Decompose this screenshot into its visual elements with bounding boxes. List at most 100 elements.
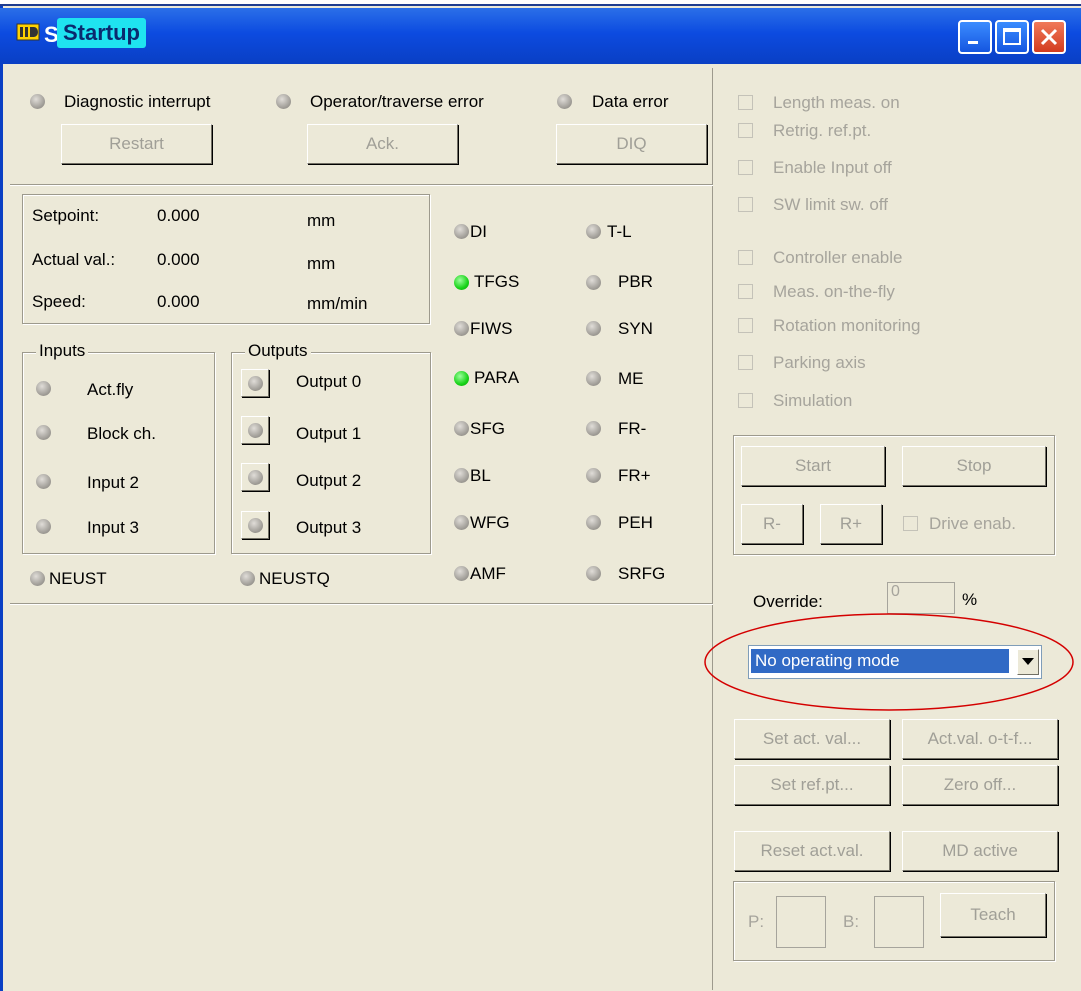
inputs-group-title: Inputs <box>36 341 89 361</box>
maximize-button[interactable] <box>995 20 1029 54</box>
r-plus-button[interactable]: R+ <box>820 504 882 544</box>
speed-value: 0.000 <box>157 292 200 311</box>
sw-limit-off-checkbox[interactable] <box>738 197 753 212</box>
status-label: T-L <box>607 222 632 241</box>
diq-button[interactable]: DIQ <box>556 124 707 164</box>
zero-off-label: Zero off... <box>943 775 1017 794</box>
status-label: SYN <box>618 319 653 338</box>
status-label: PEH <box>618 513 653 532</box>
rotation-monitoring-checkbox[interactable] <box>738 318 753 333</box>
input-led <box>36 519 51 534</box>
output-toggle-button[interactable] <box>241 463 269 491</box>
checkbox-label: Length meas. on <box>773 93 900 112</box>
operator-traverse-error-led <box>276 94 291 109</box>
status-label: WFG <box>470 513 510 532</box>
status-label: FR+ <box>618 466 651 485</box>
enable-input-off-checkbox[interactable] <box>738 160 753 175</box>
p-label: P: <box>748 912 765 931</box>
input-label: Input 3 <box>87 518 139 537</box>
restart-button[interactable]: Restart <box>61 124 212 164</box>
actual-val-value: 0.000 <box>157 250 200 269</box>
meas-on-the-fly-checkbox[interactable] <box>738 284 753 299</box>
drive-enable-checkbox[interactable] <box>903 516 918 531</box>
status-led-srfg <box>586 566 601 581</box>
minimize-button[interactable] <box>958 20 992 54</box>
checkbox-label: SW limit sw. off <box>773 195 888 214</box>
status-led-tfgs <box>454 275 469 290</box>
divider <box>10 184 713 186</box>
ack-button[interactable]: Ack. <box>307 124 458 164</box>
restart-button-label: Restart <box>109 134 164 153</box>
output-led <box>247 469 263 485</box>
status-led-pbr <box>586 275 601 290</box>
simulation-checkbox[interactable] <box>738 393 753 408</box>
output-led <box>247 375 263 391</box>
output-led <box>247 517 263 533</box>
title-bar[interactable] <box>0 8 1081 64</box>
input-label: Act.fly <box>87 380 134 399</box>
checkbox-label: Simulation <box>773 391 853 410</box>
override-unit: % <box>962 590 978 609</box>
close-icon <box>1040 28 1058 46</box>
input-led <box>36 474 51 489</box>
output-toggle-button[interactable] <box>241 511 269 539</box>
status-led-peh <box>586 515 601 530</box>
output-toggle-button[interactable] <box>241 416 269 444</box>
length-meas-checkbox[interactable] <box>738 95 753 110</box>
ack-button-label: Ack. <box>365 134 400 153</box>
status-led-di <box>454 224 469 239</box>
set-ref-pt-label: Set ref.pt... <box>770 775 854 794</box>
b-input[interactable] <box>874 896 924 948</box>
status-label: AMF <box>470 564 506 583</box>
set-ref-pt-button[interactable]: Set ref.pt... <box>734 765 890 805</box>
status-label: TFGS <box>474 272 520 291</box>
start-button-label: Start <box>795 456 831 475</box>
act-val-otf-button[interactable]: Act.val. o-t-f... <box>902 719 1058 759</box>
zero-off-button[interactable]: Zero off... <box>902 765 1058 805</box>
setpoint-unit: mm <box>307 211 336 230</box>
p-input[interactable] <box>776 896 826 948</box>
status-label: SRFG <box>618 564 666 583</box>
data-error-label: Data error <box>592 92 669 111</box>
close-button[interactable] <box>1032 20 1066 54</box>
start-button[interactable]: Start <box>741 446 885 486</box>
reset-act-val-button[interactable]: Reset act.val. <box>734 831 890 871</box>
status-label: PBR <box>618 272 653 291</box>
setpoint-value: 0.000 <box>157 206 200 225</box>
operator-traverse-error-label: Operator/traverse error <box>310 92 484 111</box>
set-act-val-label: Set act. val... <box>762 729 862 748</box>
status-label: ME <box>618 369 644 388</box>
neustq-led <box>240 571 255 586</box>
output-toggle-button[interactable] <box>241 369 269 397</box>
controller-enable-checkbox[interactable] <box>738 250 753 265</box>
checkbox-label: Controller enable <box>773 248 903 267</box>
status-label: FR- <box>618 419 647 438</box>
checkbox-label: Retrig. ref.pt. <box>773 121 872 140</box>
neust-label: NEUST <box>49 569 107 588</box>
set-act-val-button[interactable]: Set act. val... <box>734 719 890 759</box>
neustq-label: NEUSTQ <box>259 569 330 588</box>
r-minus-button[interactable]: R- <box>741 504 803 544</box>
output-label: Output 0 <box>296 372 362 391</box>
divider <box>10 603 713 605</box>
retrig-ref-pt-checkbox[interactable] <box>738 123 753 138</box>
diq-button-label: DIQ <box>616 134 647 153</box>
checkbox-label: Meas. on-the-fly <box>773 282 895 301</box>
app-icon <box>16 21 40 43</box>
teach-button[interactable]: Teach <box>940 893 1046 937</box>
b-label: B: <box>843 912 860 931</box>
output-label: Output 3 <box>296 518 362 537</box>
drive-enable-label: Drive enab. <box>929 514 1016 533</box>
neust-led <box>30 571 45 586</box>
data-error-led <box>557 94 572 109</box>
md-active-button[interactable]: MD active <box>902 831 1058 871</box>
maximize-icon <box>1003 28 1021 45</box>
checkbox-label: Enable Input off <box>773 158 892 177</box>
status-led-wfg <box>454 515 469 530</box>
status-label: DI <box>470 222 487 241</box>
parking-axis-checkbox[interactable] <box>738 355 753 370</box>
status-led-amf <box>454 566 469 581</box>
minimize-icon <box>968 41 978 44</box>
stop-button[interactable]: Stop <box>902 446 1046 486</box>
diagnostic-interrupt-led <box>30 94 45 109</box>
